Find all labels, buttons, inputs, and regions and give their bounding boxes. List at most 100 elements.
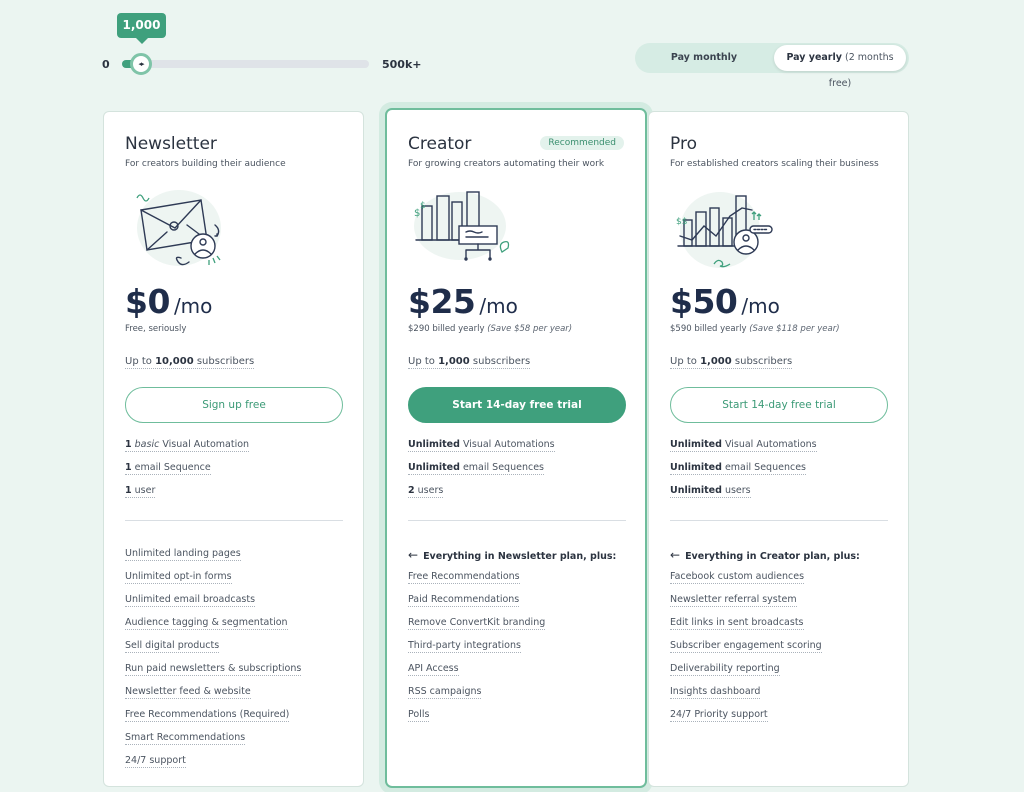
feature-item: Audience tagging & segmentation [125, 617, 301, 640]
core-feature-text: email Sequences [721, 462, 806, 473]
core-feature-bold: Unlimited [408, 462, 460, 473]
feature-list: Free Recommendations Paid Recommendation… [408, 571, 546, 732]
price-note: $290 billed yearly (Save $58 per year) [408, 324, 572, 334]
subscriber-prefix: Up to [125, 356, 156, 367]
feature-item: Run paid newsletters & subscriptions [125, 663, 302, 686]
plan-description: For creators building their audience [125, 159, 286, 169]
core-feature-bold: 1 [125, 485, 132, 496]
core-feature-text: user [131, 485, 156, 496]
price-period: /mo [741, 294, 780, 318]
resize-horizontal-icon: ◂▸ [138, 60, 144, 68]
subscriber-limit: Up to 10,000 subscribers [125, 356, 255, 369]
subscriber-suffix: subscribers [731, 356, 793, 367]
svg-text:$: $ [420, 201, 426, 211]
core-feature: Unlimited email Sequences [408, 462, 555, 485]
slider-value-tooltip: 1,000 [117, 13, 166, 44]
core-feature-bold: 2 [408, 485, 415, 496]
plan-description: For growing creators automating their wo… [408, 159, 605, 169]
start-trial-button[interactable]: Start 14-day free trial [670, 387, 888, 423]
feature-text: Deliverability reporting [670, 663, 780, 676]
price-savings: (Save $58 per year) [487, 324, 573, 334]
core-feature: 1 user [125, 485, 249, 508]
core-feature-text: users [721, 485, 751, 496]
price-note-text: Free, seriously [125, 324, 187, 334]
feature-text: Subscriber engagement scoring [670, 640, 822, 653]
feature-item: Subscriber engagement scoring [670, 640, 822, 663]
core-feature: Unlimited email Sequences [670, 462, 817, 485]
feature-item: API Access [408, 663, 545, 686]
feature-text: Newsletter referral system [670, 594, 797, 607]
pay-monthly-option[interactable]: Pay monthly [639, 45, 769, 71]
pay-yearly-option[interactable]: Pay yearly (2 months free) [774, 45, 906, 89]
svg-text:$$: $$ [676, 217, 687, 227]
feature-text: Free Recommendations [408, 571, 520, 584]
feature-item: Paid Recommendations [408, 594, 545, 617]
feature-item: Insights dashboard [670, 686, 822, 709]
feature-item: 24/7 Priority support [670, 709, 822, 732]
core-feature-bold: 1 [125, 439, 132, 450]
core-feature-bold: Unlimited [670, 439, 722, 450]
recommended-badge: Recommended [540, 136, 624, 150]
core-feature: Unlimited users [670, 485, 817, 508]
plan-name: Pro [670, 134, 697, 154]
core-feature-text: users [414, 485, 444, 496]
feature-text: RSS campaigns [408, 686, 482, 699]
core-feature: Unlimited Visual Automations [670, 439, 817, 462]
feature-item: Newsletter referral system [670, 594, 822, 617]
feature-item: 24/7 support [125, 755, 301, 778]
feature-text: Polls [408, 709, 430, 722]
feature-item: Unlimited landing pages [125, 548, 301, 571]
includes-previous-plan-heading: ← Everything in Newsletter plan, plus: [408, 548, 616, 562]
arrow-left-icon: ← [670, 548, 681, 562]
feature-item: Smart Recommendations [125, 732, 301, 755]
feature-text: Sell digital products [125, 640, 220, 653]
subscriber-count: 1,000 [438, 356, 470, 367]
subscriber-suffix: subscribers [469, 356, 531, 367]
slider-track[interactable] [122, 60, 369, 68]
price-savings: (Save $118 per year) [749, 324, 840, 334]
growth-chart-illustration-icon: $$ [676, 192, 773, 268]
feature-list: Unlimited landing pages Unlimited opt-in… [125, 548, 302, 778]
billing-period-toggle: Pay monthly Pay yearly (2 months free) [635, 43, 909, 89]
feature-text: Remove ConvertKit branding [408, 617, 546, 630]
core-feature-bold: Unlimited [408, 439, 460, 450]
feature-item: RSS campaigns [408, 686, 545, 709]
core-feature-list: 1 basic Visual Automation 1 email Sequen… [125, 439, 250, 508]
price-note: Free, seriously [125, 324, 186, 334]
price-note-text: $290 billed yearly [408, 324, 488, 334]
core-feature-bold: Unlimited [670, 485, 722, 496]
subscriber-suffix: subscribers [193, 356, 255, 367]
feature-text: 24/7 Priority support [670, 709, 768, 722]
slider-min-label: 0 [102, 58, 110, 71]
divider [408, 520, 626, 521]
core-feature-list: Unlimited Visual Automations Unlimited e… [408, 439, 555, 508]
includes-heading-text: Everything in Newsletter plan, plus: [423, 551, 617, 562]
core-feature: Unlimited Visual Automations [408, 439, 555, 462]
subscriber-limit: Up to 1,000 subscribers [408, 356, 531, 369]
subscriber-limit: Up to 1,000 subscribers [670, 356, 793, 369]
sign-up-free-button[interactable]: Sign up free [125, 387, 343, 423]
feature-text: Smart Recommendations [125, 732, 246, 745]
plan-name: Newsletter [125, 134, 217, 154]
pay-yearly-label: Pay yearly [786, 52, 842, 63]
price-amount: $25 [408, 282, 476, 321]
core-feature-text: email Sequences [459, 462, 544, 473]
plan-price: $50/mo [670, 282, 780, 321]
subscriber-count: 10,000 [155, 356, 194, 367]
plan-name: Creator [408, 134, 472, 154]
price-period: /mo [173, 294, 213, 318]
feature-text: Unlimited email broadcasts [125, 594, 256, 607]
core-feature-text: Visual Automation [159, 439, 250, 450]
feature-item: Third-party integrations [408, 640, 545, 663]
feature-text: Third-party integrations [408, 640, 521, 653]
feature-text: 24/7 support [125, 755, 186, 768]
divider [670, 520, 888, 521]
slider-thumb[interactable]: ◂▸ [130, 53, 152, 75]
core-feature: 1 basic Visual Automation [125, 439, 250, 462]
bar-chart-automation-illustration-icon: $ $ [414, 191, 510, 261]
price-amount: $50 [670, 282, 738, 321]
feature-text: Run paid newsletters & subscriptions [125, 663, 302, 676]
feature-text: Paid Recommendations [408, 594, 520, 607]
start-trial-button[interactable]: Start 14-day free trial [408, 387, 626, 423]
feature-item: Free Recommendations [408, 571, 545, 594]
